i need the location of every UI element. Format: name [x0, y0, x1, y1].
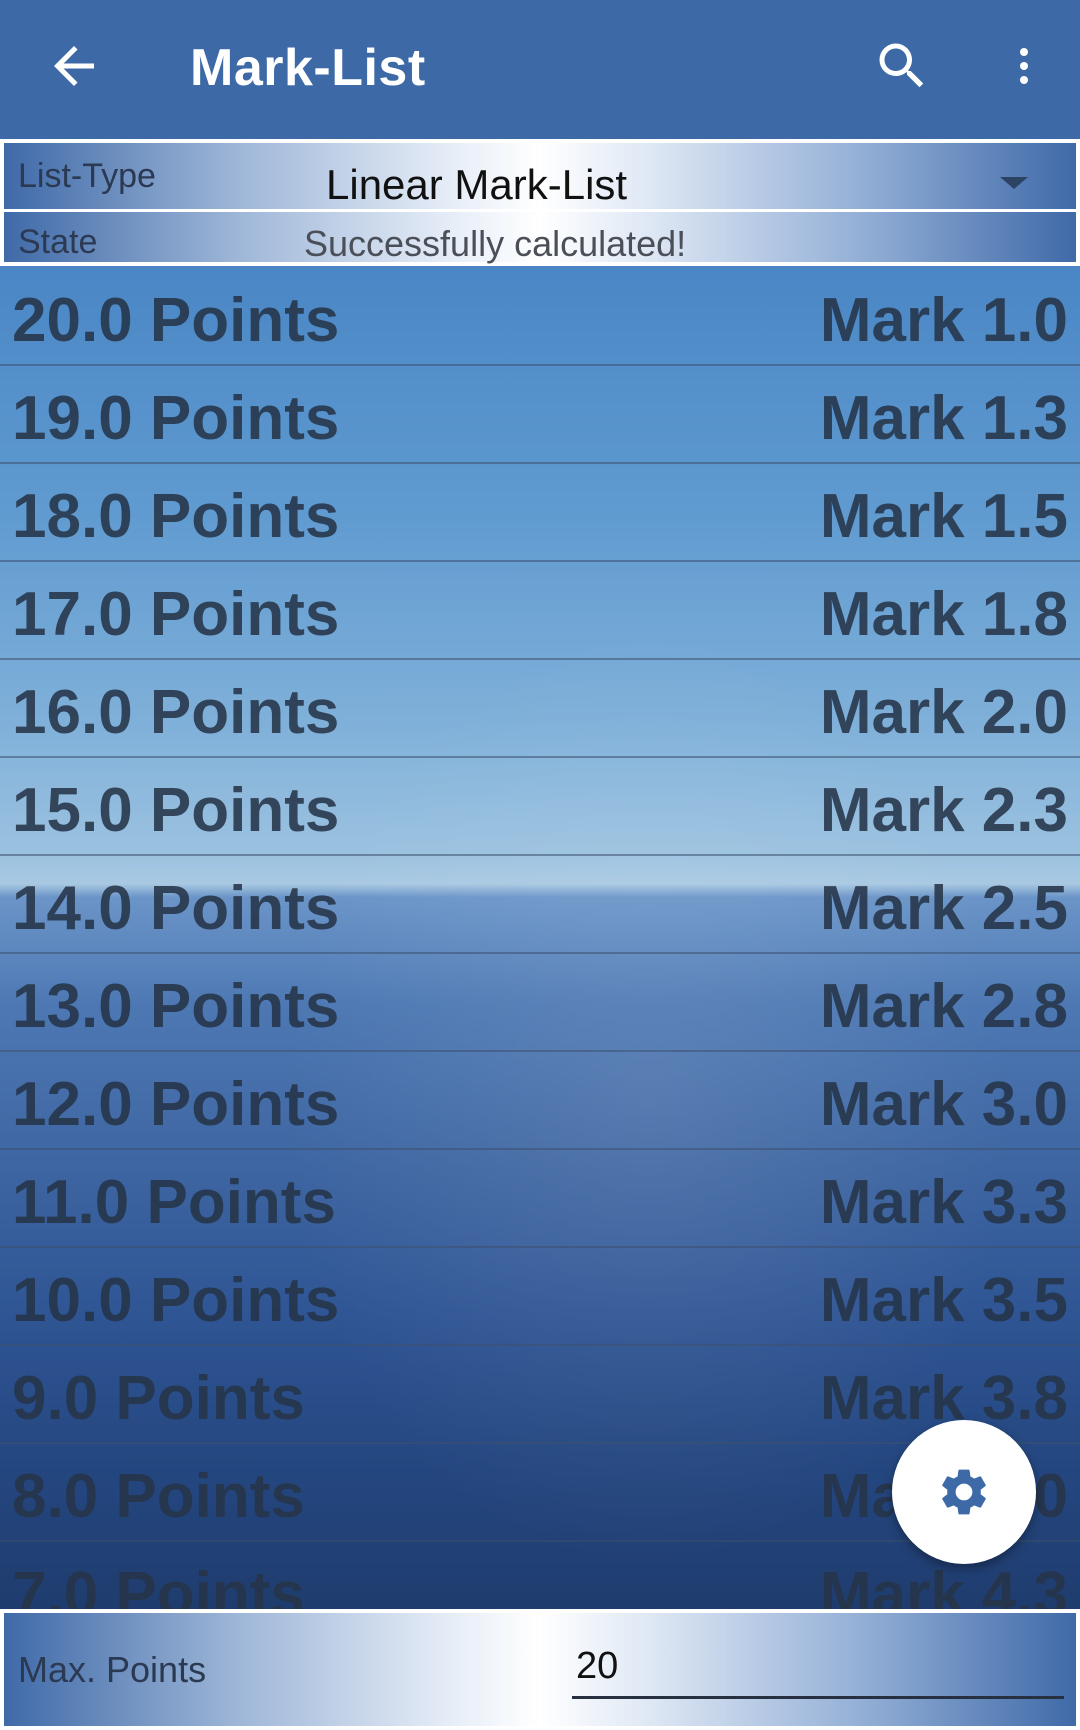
points-text: 14.0 Points [12, 874, 340, 943]
mark-text: Mark 4.3 [819, 1560, 1068, 1609]
mark-text: Mark 2.0 [819, 678, 1068, 747]
search-icon[interactable] [872, 36, 932, 96]
list-item[interactable]: 7.0 Points Mark 4.3 [0, 1540, 1080, 1609]
max-points-input[interactable] [572, 1637, 1064, 1699]
list-item[interactable]: 12.0 Points Mark 3.0 [0, 1050, 1080, 1150]
points-text: 9.0 Points [12, 1364, 305, 1433]
page-title: Mark-List [190, 39, 426, 97]
mark-text: Mark 1.8 [819, 580, 1068, 649]
dropdown-arrow-icon[interactable] [1000, 177, 1028, 189]
points-text: 19.0 Points [12, 384, 340, 453]
divider [4, 209, 1076, 212]
list-type-label: List-Type [18, 157, 156, 195]
arrow-left-icon[interactable] [44, 36, 104, 96]
list-item[interactable]: 9.0 Points Mark 3.8 [0, 1344, 1080, 1444]
max-points-label: Max. Points [18, 1649, 207, 1690]
mark-text: Mark 1.3 [819, 384, 1068, 453]
list-item[interactable]: 15.0 Points Mark 2.3 [0, 756, 1080, 856]
app-bar: Mark-List [0, 0, 1080, 139]
points-text: 18.0 Points [12, 482, 340, 551]
gear-icon [942, 1469, 986, 1515]
settings-fab-button[interactable] [892, 1420, 1036, 1564]
points-text: 13.0 Points [12, 972, 340, 1041]
mark-text: Mark 1.5 [819, 482, 1068, 551]
points-text: 20.0 Points [12, 286, 340, 355]
list-item[interactable]: 14.0 Points Mark 2.5 [0, 854, 1080, 954]
list-item[interactable]: 18.0 Points Mark 1.5 [0, 462, 1080, 562]
points-text: 12.0 Points [12, 1070, 340, 1139]
list-item[interactable]: 17.0 Points Mark 1.8 [0, 560, 1080, 660]
list-type-select[interactable]: Linear Mark-List [326, 161, 627, 209]
list-item[interactable]: 13.0 Points Mark 2.8 [0, 952, 1080, 1052]
list-item[interactable]: 19.0 Points Mark 1.3 [0, 364, 1080, 464]
mark-list[interactable]: 20.0 Points Mark 1.0 19.0 Points Mark 1.… [0, 266, 1080, 1609]
list-item[interactable]: 20.0 Points Mark 1.0 [0, 266, 1080, 366]
mark-text: Mark 3.0 [819, 1070, 1068, 1139]
list-item[interactable]: 16.0 Points Mark 2.0 [0, 658, 1080, 758]
mark-text: Mark 3.5 [819, 1266, 1068, 1335]
points-text: 16.0 Points [12, 678, 340, 747]
mark-text: Mark 2.8 [819, 972, 1068, 1041]
state-value: Successfully calculated! [304, 223, 687, 264]
mark-text: Mark 2.3 [819, 776, 1068, 845]
mark-text: Mark 3.3 [819, 1168, 1068, 1237]
points-text: 8.0 Points [12, 1462, 305, 1531]
state-label: State [18, 223, 98, 261]
mark-text: Mark 2.5 [819, 874, 1068, 943]
points-text: 15.0 Points [12, 776, 340, 845]
points-text: 11.0 Points [12, 1168, 336, 1237]
points-text: 10.0 Points [12, 1266, 340, 1335]
mark-text: Mark 1.0 [819, 286, 1068, 355]
points-text: 7.0 Points [12, 1560, 305, 1609]
list-item[interactable]: 11.0 Points Mark 3.3 [0, 1148, 1080, 1248]
max-points-bar: Max. Points [0, 1609, 1080, 1730]
more-vert-icon[interactable] [1000, 36, 1048, 96]
points-text: 17.0 Points [12, 580, 340, 649]
list-settings-panel: List-Type Linear Mark-List State Success… [0, 139, 1080, 266]
list-item[interactable]: 10.0 Points Mark 3.5 [0, 1246, 1080, 1346]
